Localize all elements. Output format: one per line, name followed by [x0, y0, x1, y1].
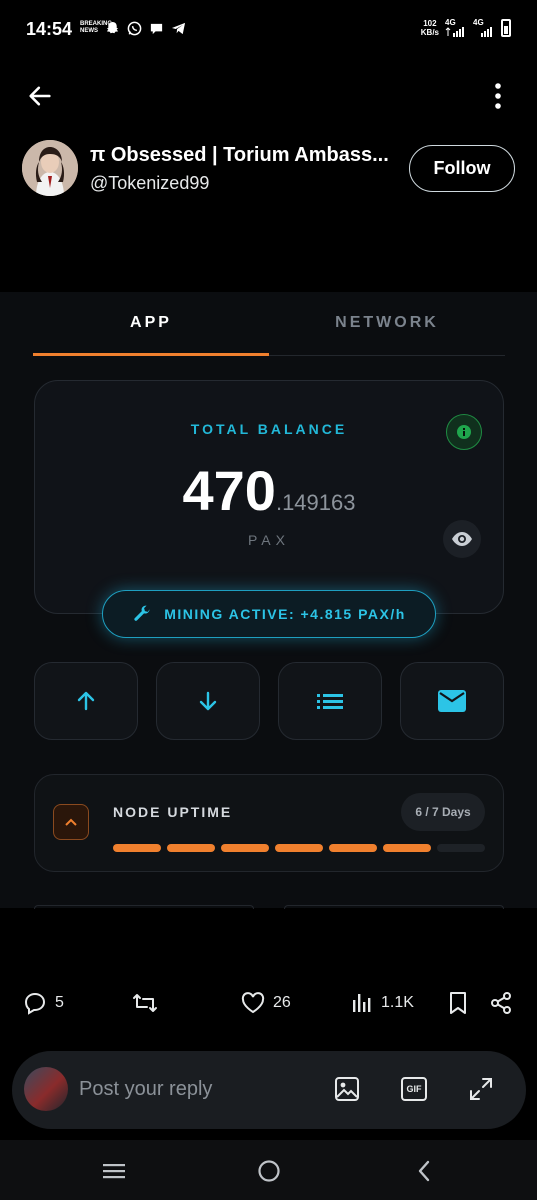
like-count: 26: [273, 994, 291, 1011]
toggle-visibility-button[interactable]: [443, 520, 481, 558]
heart-icon: [241, 992, 265, 1014]
mining-label: MINING ACTIVE: +4.815 PAX/h: [164, 606, 406, 622]
net-speed: 102 KB/s: [421, 19, 439, 37]
view-count: 1.1K: [381, 994, 414, 1011]
share-icon: [491, 992, 511, 1014]
tab-network[interactable]: NETWORK: [269, 314, 505, 332]
uptime-day-bar: [383, 844, 431, 852]
uptime-day-bar: [437, 844, 485, 852]
signal-label: 4G: [445, 18, 456, 27]
send-button[interactable]: [34, 662, 138, 740]
status-bar: 14:54 BREAKING NEWS 102 KB/s 4G 4G: [0, 0, 537, 60]
more-vertical-icon: [495, 83, 501, 109]
comment-icon: [24, 992, 46, 1015]
balance-label: TOTAL BALANCE: [190, 421, 348, 437]
expand-icon: [470, 1078, 492, 1100]
system-icons: 102 KB/s 4G 4G: [421, 18, 511, 37]
uptime-day-bar: [113, 844, 161, 852]
uptime-day-bar: [329, 844, 377, 852]
reply-count: 5: [55, 994, 64, 1011]
back-icon: [418, 1160, 430, 1182]
reply-avatar: [24, 1067, 68, 1111]
more-options-button[interactable]: [484, 80, 512, 112]
info-icon: [457, 425, 471, 439]
whatsapp-icon: [126, 20, 142, 36]
uptime-day-bar: [167, 844, 215, 852]
uptime-progress: [113, 844, 485, 852]
gif-label: GIF: [406, 1084, 422, 1094]
back-button[interactable]: [24, 80, 56, 112]
uptime-badge: 6 / 7 Days: [401, 793, 485, 831]
battery-icon: [501, 18, 511, 37]
image-button[interactable]: [332, 1074, 362, 1104]
history-button[interactable]: [278, 662, 382, 740]
uptime-day-bar: [221, 844, 269, 852]
follow-button[interactable]: Follow: [409, 145, 515, 192]
chevron-up-icon: [65, 818, 77, 826]
info-button[interactable]: [446, 414, 482, 450]
receive-button[interactable]: [156, 662, 260, 740]
balance-integer: 470: [182, 459, 276, 522]
views-icon: [353, 994, 371, 1012]
mail-icon: [438, 690, 466, 712]
uptime-day-bar: [275, 844, 323, 852]
notification-icons: BREAKING NEWS: [80, 20, 186, 36]
status-time: 14:54: [26, 19, 73, 39]
news-badge: BREAKING NEWS: [80, 21, 113, 34]
bookmark-icon: [450, 992, 466, 1014]
net-speed-value: 102: [423, 18, 437, 28]
messages-button[interactable]: [400, 662, 504, 740]
gif-button[interactable]: GIF: [399, 1074, 429, 1104]
signal-icon: 4G: [473, 18, 495, 37]
signal-label: 4G: [473, 18, 484, 27]
recents-icon: [103, 1164, 125, 1179]
net-speed-unit: KB/s: [420, 27, 439, 37]
home-button[interactable]: [254, 1156, 284, 1186]
repost-icon: [133, 994, 157, 1012]
reply-input[interactable]: Post your reply: [79, 1078, 212, 1101]
bookmark-action[interactable]: [448, 980, 468, 1026]
balance-unit: PAX: [248, 532, 290, 548]
views-action[interactable]: 1.1K: [351, 980, 414, 1026]
partial-card: [284, 905, 504, 909]
image-icon: [335, 1077, 359, 1101]
partial-card: [34, 905, 254, 909]
active-tab-indicator: [33, 353, 269, 356]
telegram-icon: [170, 20, 186, 36]
collapse-button[interactable]: [53, 804, 89, 840]
home-icon: [258, 1160, 280, 1182]
user-handle[interactable]: @Tokenized99: [90, 173, 209, 194]
balance-amount: 470.149163: [34, 458, 504, 523]
chat-icon: [148, 20, 164, 36]
snapchat-icon: [104, 20, 120, 36]
list-icon: [317, 694, 343, 709]
tab-app[interactable]: APP: [33, 314, 269, 332]
repost-action[interactable]: [132, 980, 166, 1026]
recents-button[interactable]: [99, 1156, 129, 1186]
arrow-down-icon: [199, 691, 217, 711]
nav-back-button[interactable]: [409, 1156, 439, 1186]
engagement-bar: 5 26 1.1K: [0, 980, 537, 1026]
reply-action[interactable]: 5: [23, 980, 64, 1026]
signal-icon: 4G: [445, 18, 467, 37]
eye-icon: [452, 532, 472, 546]
display-name[interactable]: π Obsessed | Torium Ambass...: [90, 144, 389, 167]
gif-icon: GIF: [401, 1077, 427, 1101]
avatar[interactable]: [22, 140, 78, 196]
balance-decimal: .149163: [275, 490, 356, 515]
mining-status[interactable]: MINING ACTIVE: +4.815 PAX/h: [102, 590, 436, 638]
uptime-label: NODE UPTIME: [113, 804, 233, 820]
expand-button[interactable]: [466, 1074, 496, 1104]
like-action[interactable]: 26: [241, 980, 291, 1026]
arrow-left-icon: [29, 86, 51, 106]
arrow-up-icon: [77, 691, 95, 711]
share-action[interactable]: [489, 980, 513, 1026]
wrench-icon: [134, 605, 150, 621]
